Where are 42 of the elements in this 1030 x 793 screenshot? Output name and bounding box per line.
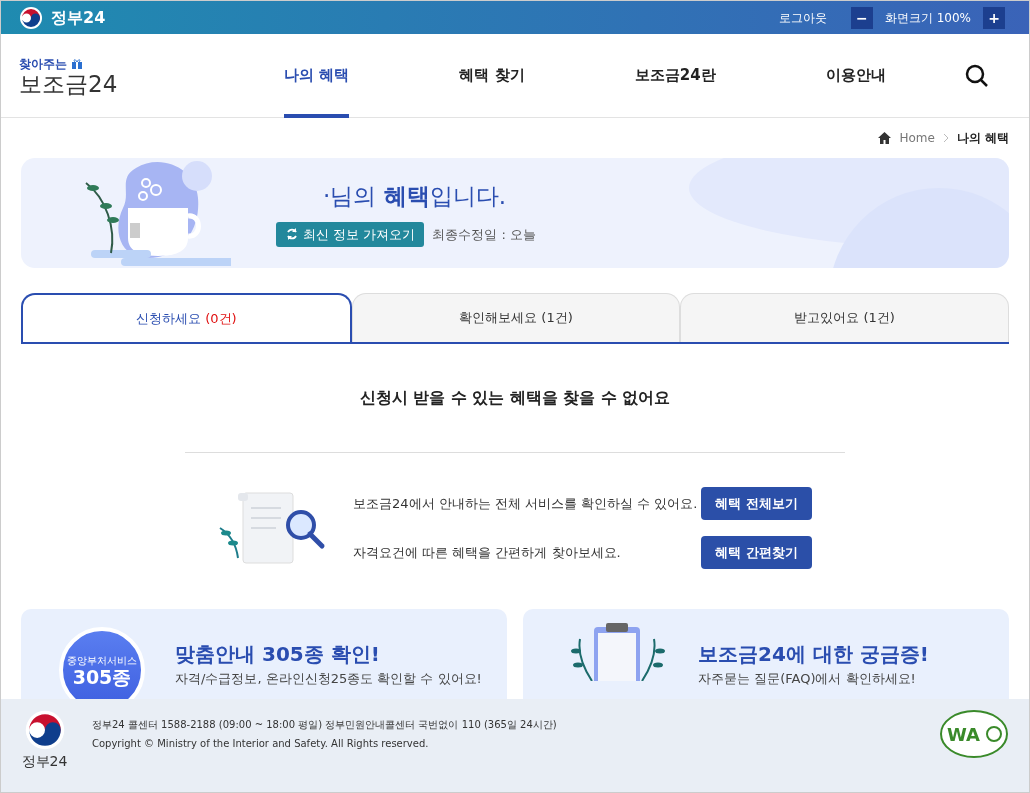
contact-text: 정부24 콜센터 1588-2188 (09:00 ~ 18:00 평일) 정부민원안내콜센터 국번없이 110 (365일 24시간) [92, 718, 557, 732]
suggestion-text: 보조금24에서 안내하는 전체 서비스를 확인하실 수 있어요. [353, 494, 699, 513]
last-updated-text: 최종수정일 : 오늘 [432, 225, 536, 244]
suggestion-text: 자격요건에 따른 혜택을 간편하게 찾아보세요. [353, 543, 622, 562]
suggestion-button[interactable]: 혜택 간편찾기 [701, 536, 812, 569]
nav-tab[interactable]: 나의 혜택 [284, 33, 350, 118]
nav-tab[interactable]: 보조금24란 [634, 33, 716, 118]
copyright-text: Copyright © Ministry of the Interior and Safety. All Rights reserved. [92, 737, 430, 751]
refresh-button[interactable]: 최신 정보 가져오기 [276, 221, 425, 247]
service-badge: 중앙부처서비스 305종 [59, 627, 145, 699]
logo-name[interactable]: 보조금24 [19, 73, 229, 96]
logout-link[interactable]: 로그아웃 [778, 8, 827, 27]
suggestion-button[interactable]: 혜택 전체보기 [701, 487, 812, 520]
promo-description: 자격/수급정보, 온라인신청25종도 확인할 수 있어요! [175, 670, 482, 688]
refresh-icon [285, 227, 299, 242]
gift-icon [71, 58, 83, 70]
empty-message: 신청시 받을 수 있는 혜택을 찾을 수 없어요 [358, 387, 672, 409]
brand-name[interactable]: 정부24 [51, 5, 106, 30]
promo-description: 자주묻는 질문(FAQ)에서 확인하세요! [698, 670, 917, 688]
zoom-in-button[interactable]: + [983, 6, 1005, 29]
accessibility-mark: WA [939, 709, 1009, 759]
zoom-out-button[interactable]: − [850, 6, 873, 29]
tab[interactable]: 받고있어요 (1건) [680, 293, 1009, 342]
banner-title: ·님의 혜택입니다. [322, 182, 507, 211]
breadcrumb-link[interactable]: 나의 혜택 [956, 129, 1009, 147]
logo-tagline: 찾아주는 [19, 56, 67, 73]
taegeuk-logo-icon [23, 709, 66, 751]
home-icon [878, 132, 892, 144]
search-icon[interactable] [965, 63, 989, 88]
tab[interactable]: 신청하세요 (0건) [21, 293, 352, 342]
nav-tab[interactable]: 이용안내 [825, 33, 886, 118]
nav-tab[interactable]: 혜택 찾기 [459, 33, 525, 118]
promo-card[interactable]: 중앙부처서비스 305종 맞춤안내 305종 확인! 자격/수급정보, 온라인신청25종도 확인할 수 있어요! [21, 609, 507, 699]
breadcrumb-link[interactable]: Home [899, 129, 935, 147]
tab[interactable]: 확인해보세요 (1건) [351, 293, 681, 342]
promo-title: 보조금24에 대한 궁금증! [698, 641, 929, 668]
taegeuk-logo-icon [19, 5, 43, 30]
chevron-icon [942, 133, 949, 143]
promo-card[interactable]: 보조금24에 대한 궁금증! 자주묻는 질문(FAQ)에서 확인하세요! [523, 609, 1009, 699]
zoom-level: 화면크기 100% [884, 9, 971, 27]
promo-title: 맞춤안내 305종 확인! [175, 641, 381, 668]
footer-logo-name: 정부24 [21, 752, 68, 771]
